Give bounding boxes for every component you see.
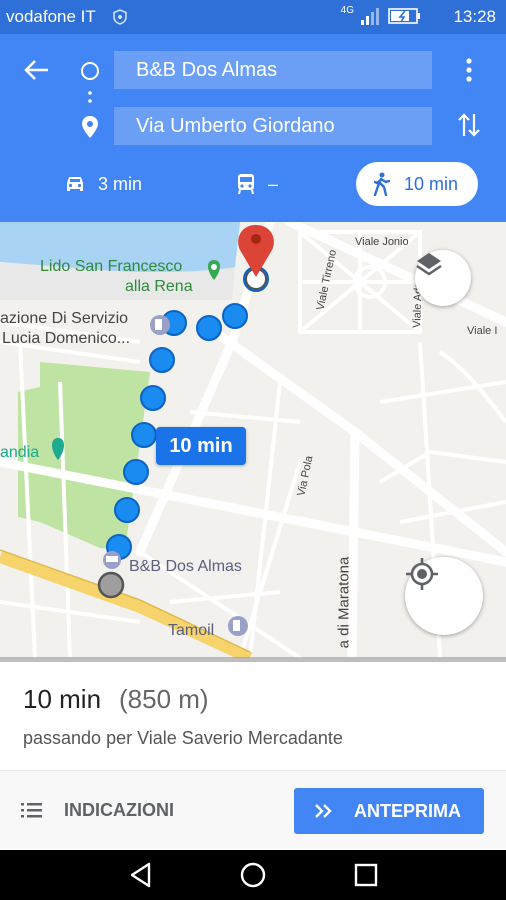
- origin-field[interactable]: B&B Dos Almas: [114, 51, 432, 89]
- system-nav-bar: [0, 850, 506, 900]
- mode-car[interactable]: 3 min: [64, 162, 142, 206]
- map-label-station: azione Di Servizio: [0, 310, 129, 327]
- vpn-shield-icon: [113, 9, 127, 25]
- map-label-bb: B&B Dos Almas: [129, 558, 242, 575]
- more-options-icon[interactable]: [464, 57, 474, 83]
- swap-icon[interactable]: [457, 112, 481, 138]
- destination-pin-icon: [82, 116, 98, 138]
- car-icon: [67, 177, 83, 191]
- origin-marker: [97, 571, 125, 599]
- map-label-andia: andia: [0, 444, 40, 461]
- directions-button-label: INDICAZIONI: [64, 799, 174, 820]
- summary-distance: (850 m): [119, 684, 209, 714]
- summary-via: passando per Viale Saverio Mercadante: [23, 728, 343, 748]
- recents-square-icon[interactable]: [352, 861, 380, 889]
- action-bar: INDICAZIONI ANTEPRIMA: [0, 770, 506, 850]
- back-arrow-icon[interactable]: [22, 58, 50, 82]
- back-triangle-icon[interactable]: [127, 861, 155, 889]
- battery-icon: [388, 8, 420, 24]
- destination-field[interactable]: Via Umberto Giordano: [114, 107, 432, 145]
- directions-header: B&B Dos Almas Via Umberto Giordano 3 min…: [0, 34, 506, 222]
- origin-circle-icon: [81, 62, 99, 80]
- list-icon: [21, 803, 42, 818]
- walk-icon: [373, 172, 390, 196]
- transit-icon: [238, 174, 254, 195]
- mode-walk[interactable]: 10 min: [356, 162, 478, 206]
- network-type: 4G: [340, 4, 354, 16]
- travel-mode-bar: 3 min – 10 min: [0, 162, 506, 208]
- map-label-station-2: Lucia Domenico...: [2, 330, 131, 347]
- destination-pin: [238, 225, 274, 277]
- carrier-label: vodafone IT: [6, 7, 96, 26]
- route-summary[interactable]: 10 min (850 m) passando per Viale Saveri…: [0, 662, 506, 770]
- home-circle-icon[interactable]: [239, 861, 267, 889]
- map-label-tamoil: Tamoil: [168, 622, 215, 639]
- layers-icon: [416, 253, 442, 276]
- map[interactable]: Lido San Francesco alla Rena azione Di S…: [0, 222, 506, 658]
- my-location-icon: [406, 558, 438, 590]
- preview-button[interactable]: ANTEPRIMA: [294, 788, 484, 834]
- mode-walk-label: 10 min: [404, 173, 459, 194]
- my-location-button[interactable]: [405, 557, 483, 635]
- map-label-viale-i: Viale I: [467, 325, 498, 337]
- route-dots-icon: [88, 91, 92, 103]
- mode-transit[interactable]: –: [236, 162, 278, 206]
- mode-car-label: 3 min: [98, 173, 143, 194]
- mode-transit-label: –: [268, 173, 279, 194]
- signal-icon: [361, 8, 379, 25]
- preview-button-label: ANTEPRIMA: [354, 800, 461, 821]
- map-label-lido: Lido San Francesco: [40, 258, 183, 275]
- map-label-maratona: a di Maratona: [335, 556, 353, 649]
- summary-duration: 10 min: [23, 684, 102, 714]
- map-label-viale-jonio: Viale Jonio: [355, 236, 409, 248]
- route-duration-bubble[interactable]: 10 min: [156, 427, 246, 465]
- directions-button[interactable]: INDICAZIONI: [20, 787, 174, 833]
- double-chevron-icon: [315, 804, 332, 818]
- clock: 13:28: [453, 7, 496, 26]
- map-label-lido-2: alla Rena: [125, 278, 193, 295]
- status-bar: vodafone IT 4G 13:28: [0, 0, 506, 34]
- layers-button[interactable]: [415, 250, 471, 306]
